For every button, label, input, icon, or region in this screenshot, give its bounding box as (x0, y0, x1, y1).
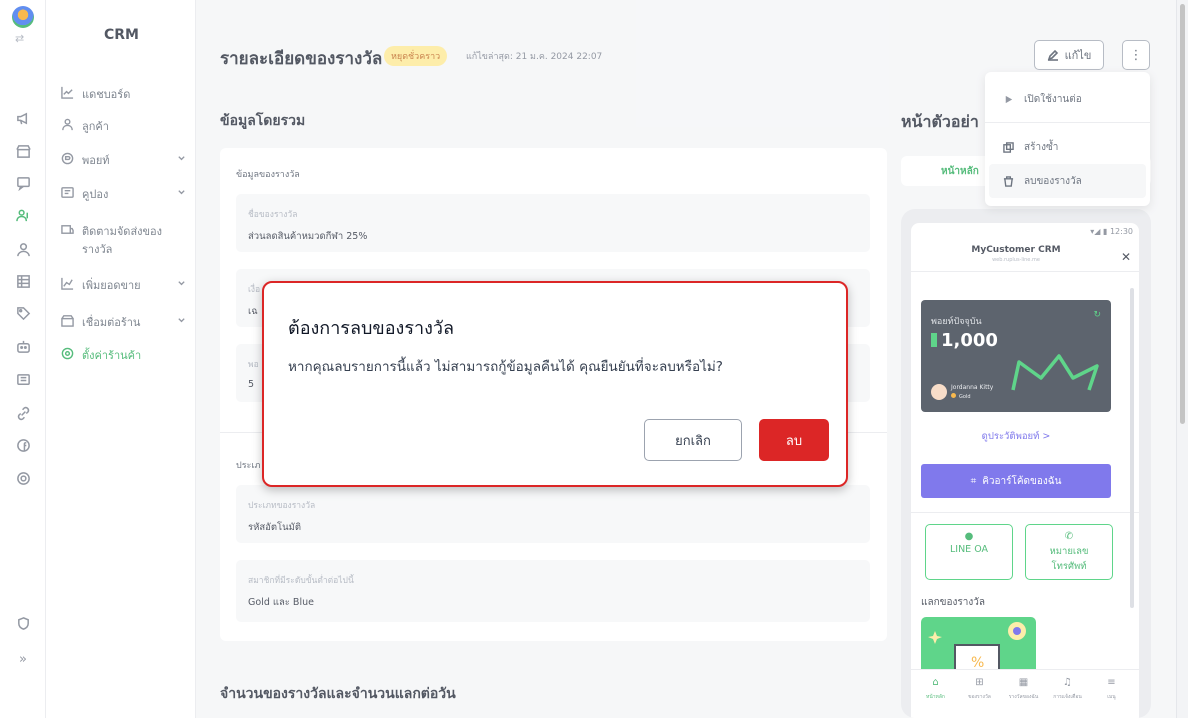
confirm-delete-button[interactable]: ลบ (759, 419, 829, 461)
delete-confirm-dialog: ต้องการลบของรางวัล หากคุณลบรายการนี้แล้ว… (262, 281, 848, 487)
page-scrollbar-thumb[interactable] (1180, 4, 1185, 424)
cancel-button[interactable]: ยกเลิก (644, 419, 742, 461)
page-scrollbar[interactable] (1176, 0, 1188, 718)
dialog-message: หากคุณลบรายการนี้แล้ว ไม่สามารถกู้ข้อมูล… (288, 359, 723, 375)
dialog-title: ต้องการลบของรางวัล (288, 318, 455, 339)
